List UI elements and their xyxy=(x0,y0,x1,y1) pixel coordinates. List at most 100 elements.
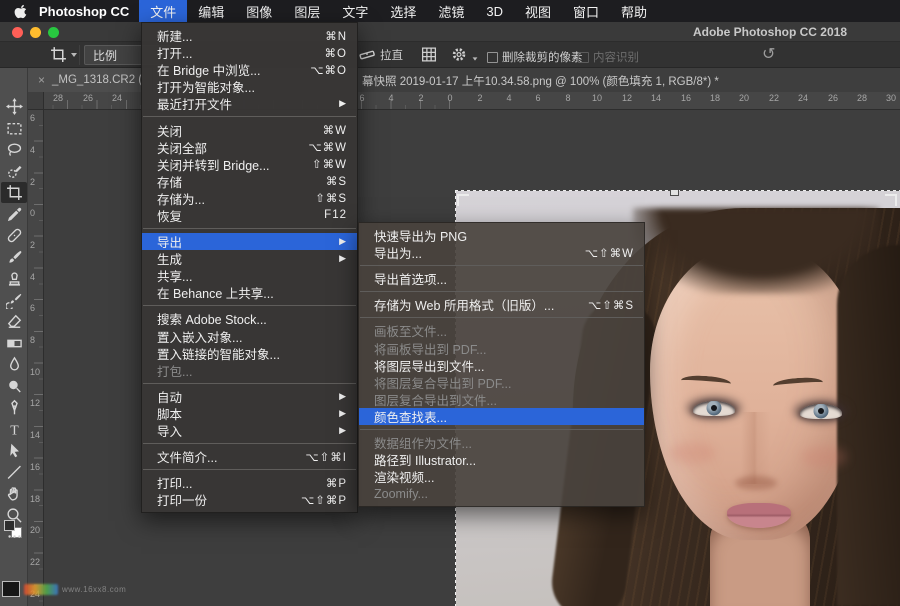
menu-item-最近打开文件[interactable]: 最近打开文件▶ xyxy=(142,95,357,112)
menu-item-打开为智能对象[interactable]: 打开为智能对象... xyxy=(142,78,357,95)
ruler-number: 18 xyxy=(30,494,40,504)
menu-item-关闭并转到 Bridge[interactable]: 关闭并转到 Bridge...⇧⌘W xyxy=(142,156,357,173)
path-selection-tool[interactable] xyxy=(3,440,25,461)
menu-shortcut: ⇧⌘S xyxy=(315,191,347,205)
crop-overlay-button[interactable] xyxy=(420,46,438,63)
delete-cropped-pixels-option[interactable]: 删除裁剪的像素 xyxy=(487,49,583,65)
ruler-number: 6 xyxy=(30,113,35,123)
menu-item-导入[interactable]: 导入▶ xyxy=(142,422,357,439)
foreground-color-swatch[interactable] xyxy=(4,520,15,531)
menu-item-置入链接的智能对象[interactable]: 置入链接的智能对象... xyxy=(142,345,357,362)
menu-item-快速导出为 PNG[interactable]: 快速导出为 PNG xyxy=(359,227,644,244)
menu-separator xyxy=(360,265,643,266)
portrait-hair-right xyxy=(837,245,900,606)
menu-item-路径到 Illustrator[interactable]: 路径到 Illustrator... xyxy=(359,451,644,468)
crop-corner-handle-top-left[interactable] xyxy=(457,194,469,206)
zoom-window-button[interactable] xyxy=(48,27,59,38)
close-tab-icon[interactable]: × xyxy=(38,73,45,87)
hand-tool[interactable] xyxy=(3,483,25,504)
menubar-item-窗口[interactable]: 窗口 xyxy=(562,0,610,22)
menu-item-关闭[interactable]: 关闭⌘W xyxy=(142,121,357,138)
brush-tool[interactable] xyxy=(3,247,25,268)
submenu-arrow-icon: ▶ xyxy=(339,236,347,247)
menu-item-导出首选项[interactable]: 导出首选项... xyxy=(359,270,644,287)
active-document-title[interactable]: 幕快照 2019-01-17 上午10.34.58.png @ 100% (颜色… xyxy=(362,73,719,89)
menu-item-恢复[interactable]: 恢复F12 xyxy=(142,207,357,224)
ruler-number: 2 xyxy=(477,93,482,103)
history-brush-tool[interactable] xyxy=(3,290,25,311)
menu-item-脚本[interactable]: 脚本▶ xyxy=(142,405,357,422)
menu-item-打开[interactable]: 打开...⌘O xyxy=(142,44,357,61)
marquee-tool[interactable] xyxy=(3,118,25,139)
crop-handle-top-center[interactable] xyxy=(670,190,679,196)
crop-corner-handle-top-right[interactable] xyxy=(885,194,897,206)
menubar-item-编辑[interactable]: 编辑 xyxy=(187,0,235,22)
eraser-tool[interactable] xyxy=(3,311,25,332)
ruler-number: 12 xyxy=(30,398,40,408)
menu-separator xyxy=(143,116,356,117)
menu-shortcut: ⌘O xyxy=(325,46,347,60)
menubar-item-3D[interactable]: 3D xyxy=(475,0,514,22)
menu-item-关闭全部[interactable]: 关闭全部⌥⌘W xyxy=(142,139,357,156)
menu-item-label: Zoomify... xyxy=(374,487,428,501)
menu-item-共享[interactable]: 共享... xyxy=(142,267,357,284)
crop-tool-preset-button[interactable] xyxy=(50,46,77,63)
menu-item-label: 最近打开文件 xyxy=(157,94,232,113)
document-tab-inactive[interactable]: ×_MG_1318.CR2 ( xyxy=(28,68,153,92)
menu-item-文件简介[interactable]: 文件简介...⌥⇧⌘I xyxy=(142,448,357,465)
line-tool[interactable] xyxy=(3,462,25,483)
menubar-item-文件[interactable]: 文件 xyxy=(139,0,187,22)
menu-item-新建[interactable]: 新建...⌘N xyxy=(142,27,357,44)
menu-item-置入嵌入对象[interactable]: 置入嵌入对象... xyxy=(142,328,357,345)
dodge-tool[interactable] xyxy=(3,376,25,397)
menu-item-打印[interactable]: 打印...⌘P xyxy=(142,474,357,491)
menu-item-生成[interactable]: 生成▶ xyxy=(142,250,357,267)
straighten-button[interactable]: 拉直 xyxy=(358,46,403,63)
gradient-tool[interactable] xyxy=(3,333,25,354)
menubar-item-帮助[interactable]: 帮助 xyxy=(610,0,658,22)
lasso-tool[interactable] xyxy=(3,139,25,160)
type-tool[interactable]: T xyxy=(3,419,25,440)
menu-item-label: 打印一份 xyxy=(157,490,207,509)
menu-item-label: 导入 xyxy=(157,421,182,440)
menubar-item-滤镜[interactable]: 滤镜 xyxy=(427,0,475,22)
move-tool[interactable] xyxy=(3,96,25,117)
quick-selection-tool[interactable] xyxy=(3,161,25,182)
menu-item-将图层导出到文件[interactable]: 将图层导出到文件... xyxy=(359,357,644,374)
reset-crop-icon[interactable]: ↺ xyxy=(762,44,775,64)
apple-logo-icon[interactable] xyxy=(14,4,27,19)
vertical-ruler[interactable]: 642024681012141618202224 xyxy=(28,110,44,606)
menu-item-打印一份[interactable]: 打印一份⌥⇧⌘P xyxy=(142,491,357,508)
menu-item-存储为 Web 所用格式（旧版）[interactable]: 存储为 Web 所用格式（旧版）...⌥⇧⌘S xyxy=(359,296,644,313)
clone-stamp-tool[interactable] xyxy=(3,268,25,289)
menubar-item-图层[interactable]: 图层 xyxy=(283,0,331,22)
minimize-window-button[interactable] xyxy=(30,27,41,38)
blur-tool[interactable] xyxy=(3,354,25,375)
brush-tool-icon xyxy=(6,249,23,266)
menu-item-自动[interactable]: 自动▶ xyxy=(142,388,357,405)
content-aware-checkbox xyxy=(578,52,589,63)
crop-settings-button[interactable] xyxy=(450,46,478,63)
close-window-button[interactable] xyxy=(12,27,23,38)
menubar-item-视图[interactable]: 视图 xyxy=(514,0,562,22)
pen-tool[interactable] xyxy=(3,397,25,418)
crop-tool[interactable] xyxy=(1,182,27,203)
menu-item-颜色查找表[interactable]: 颜色查找表... xyxy=(359,408,644,425)
menubar-item-选择[interactable]: 选择 xyxy=(379,0,427,22)
menu-shortcut: ⌘W xyxy=(323,123,347,137)
menu-item-导出为[interactable]: 导出为...⌥⇧⌘W xyxy=(359,244,644,261)
eyedropper-tool[interactable] xyxy=(3,204,25,225)
menu-item-渲染视频[interactable]: 渲染视频... xyxy=(359,468,644,485)
ruler-number: 16 xyxy=(30,462,40,472)
menu-item-搜索 Adobe Stock[interactable]: 搜索 Adobe Stock... xyxy=(142,310,357,327)
menu-shortcut: ⇧⌘W xyxy=(312,157,347,171)
menubar-item-图像[interactable]: 图像 xyxy=(235,0,283,22)
menu-item-在 Behance 上共享[interactable]: 在 Behance 上共享... xyxy=(142,284,357,301)
menubar-item-文字[interactable]: 文字 xyxy=(331,0,379,22)
menu-item-存储[interactable]: 存储⌘S xyxy=(142,173,357,190)
menu-item-存储为[interactable]: 存储为...⇧⌘S xyxy=(142,190,357,207)
healing-brush-tool[interactable] xyxy=(3,225,25,246)
menu-item-导出[interactable]: 导出▶ xyxy=(142,233,357,250)
delete-cropped-pixels-checkbox[interactable] xyxy=(487,52,498,63)
menu-item-在 Bridge 中浏览[interactable]: 在 Bridge 中浏览...⌥⌘O xyxy=(142,61,357,78)
